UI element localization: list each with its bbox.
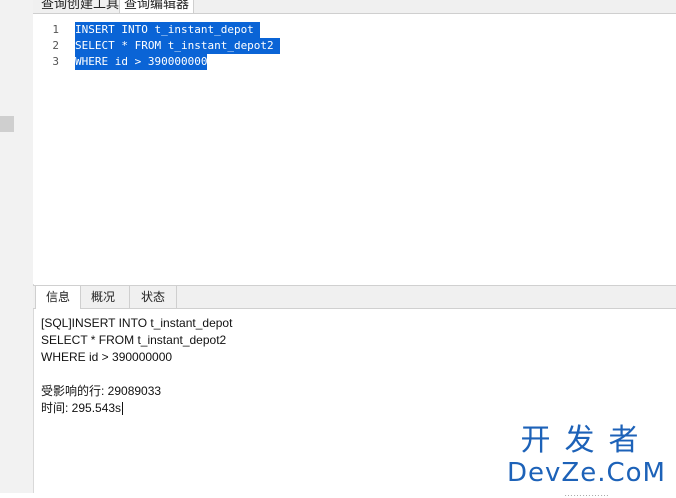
- tab-query-editor[interactable]: 查询编辑器: [119, 0, 195, 13]
- tab-overview[interactable]: 概况: [83, 286, 123, 308]
- code-area[interactable]: INSERT INTO t_instant_depot SELECT * FRO…: [75, 22, 281, 70]
- tab-status[interactable]: 状态: [129, 286, 177, 308]
- tab-message[interactable]: 信息: [35, 286, 81, 309]
- editor-tab-bar: 查询创建工具 查询编辑器: [33, 0, 676, 14]
- text-caret: [122, 402, 124, 416]
- result-tab-bar: 信息 概况 状态: [33, 285, 676, 309]
- sql-echo-line: [SQL]INSERT INTO t_instant_depot: [41, 316, 233, 330]
- line-number: 3: [52, 55, 59, 68]
- line-number: 1: [52, 23, 59, 36]
- sql-echo-line: WHERE id > 390000000: [41, 350, 173, 364]
- affected-rows: 受影响的行: 29089033: [41, 384, 162, 398]
- message-output: [SQL]INSERT INTO t_instant_depot SELECT …: [41, 315, 232, 417]
- code-line[interactable]: WHERE id > 390000000: [75, 54, 208, 70]
- sql-editor[interactable]: 1 2 3 INSERT INTO t_instant_depot SELECT…: [33, 14, 676, 284]
- sql-echo-line: SELECT * FROM t_instant_depot2: [41, 333, 227, 347]
- execution-time: 时间: 295.543s: [41, 401, 122, 415]
- watermark-en: DevZe.CoM: [507, 458, 666, 488]
- code-line[interactable]: INSERT INTO t_instant_depot: [75, 22, 261, 38]
- line-number: 2: [52, 39, 59, 52]
- watermark-sub: ……………: [564, 488, 609, 498]
- left-panel-edge: [0, 0, 34, 493]
- watermark: 开发者 DevZe.CoM ……………: [507, 424, 666, 498]
- watermark-cn: 开发者: [520, 423, 653, 458]
- execution-time-row: 时间: 295.543s: [41, 400, 232, 417]
- line-number-gutter: 1 2 3: [33, 22, 63, 70]
- code-line[interactable]: SELECT * FROM t_instant_depot2: [75, 38, 281, 54]
- tab-query-builder[interactable]: 查询创建工具: [37, 0, 123, 13]
- scroll-marker: [0, 116, 14, 132]
